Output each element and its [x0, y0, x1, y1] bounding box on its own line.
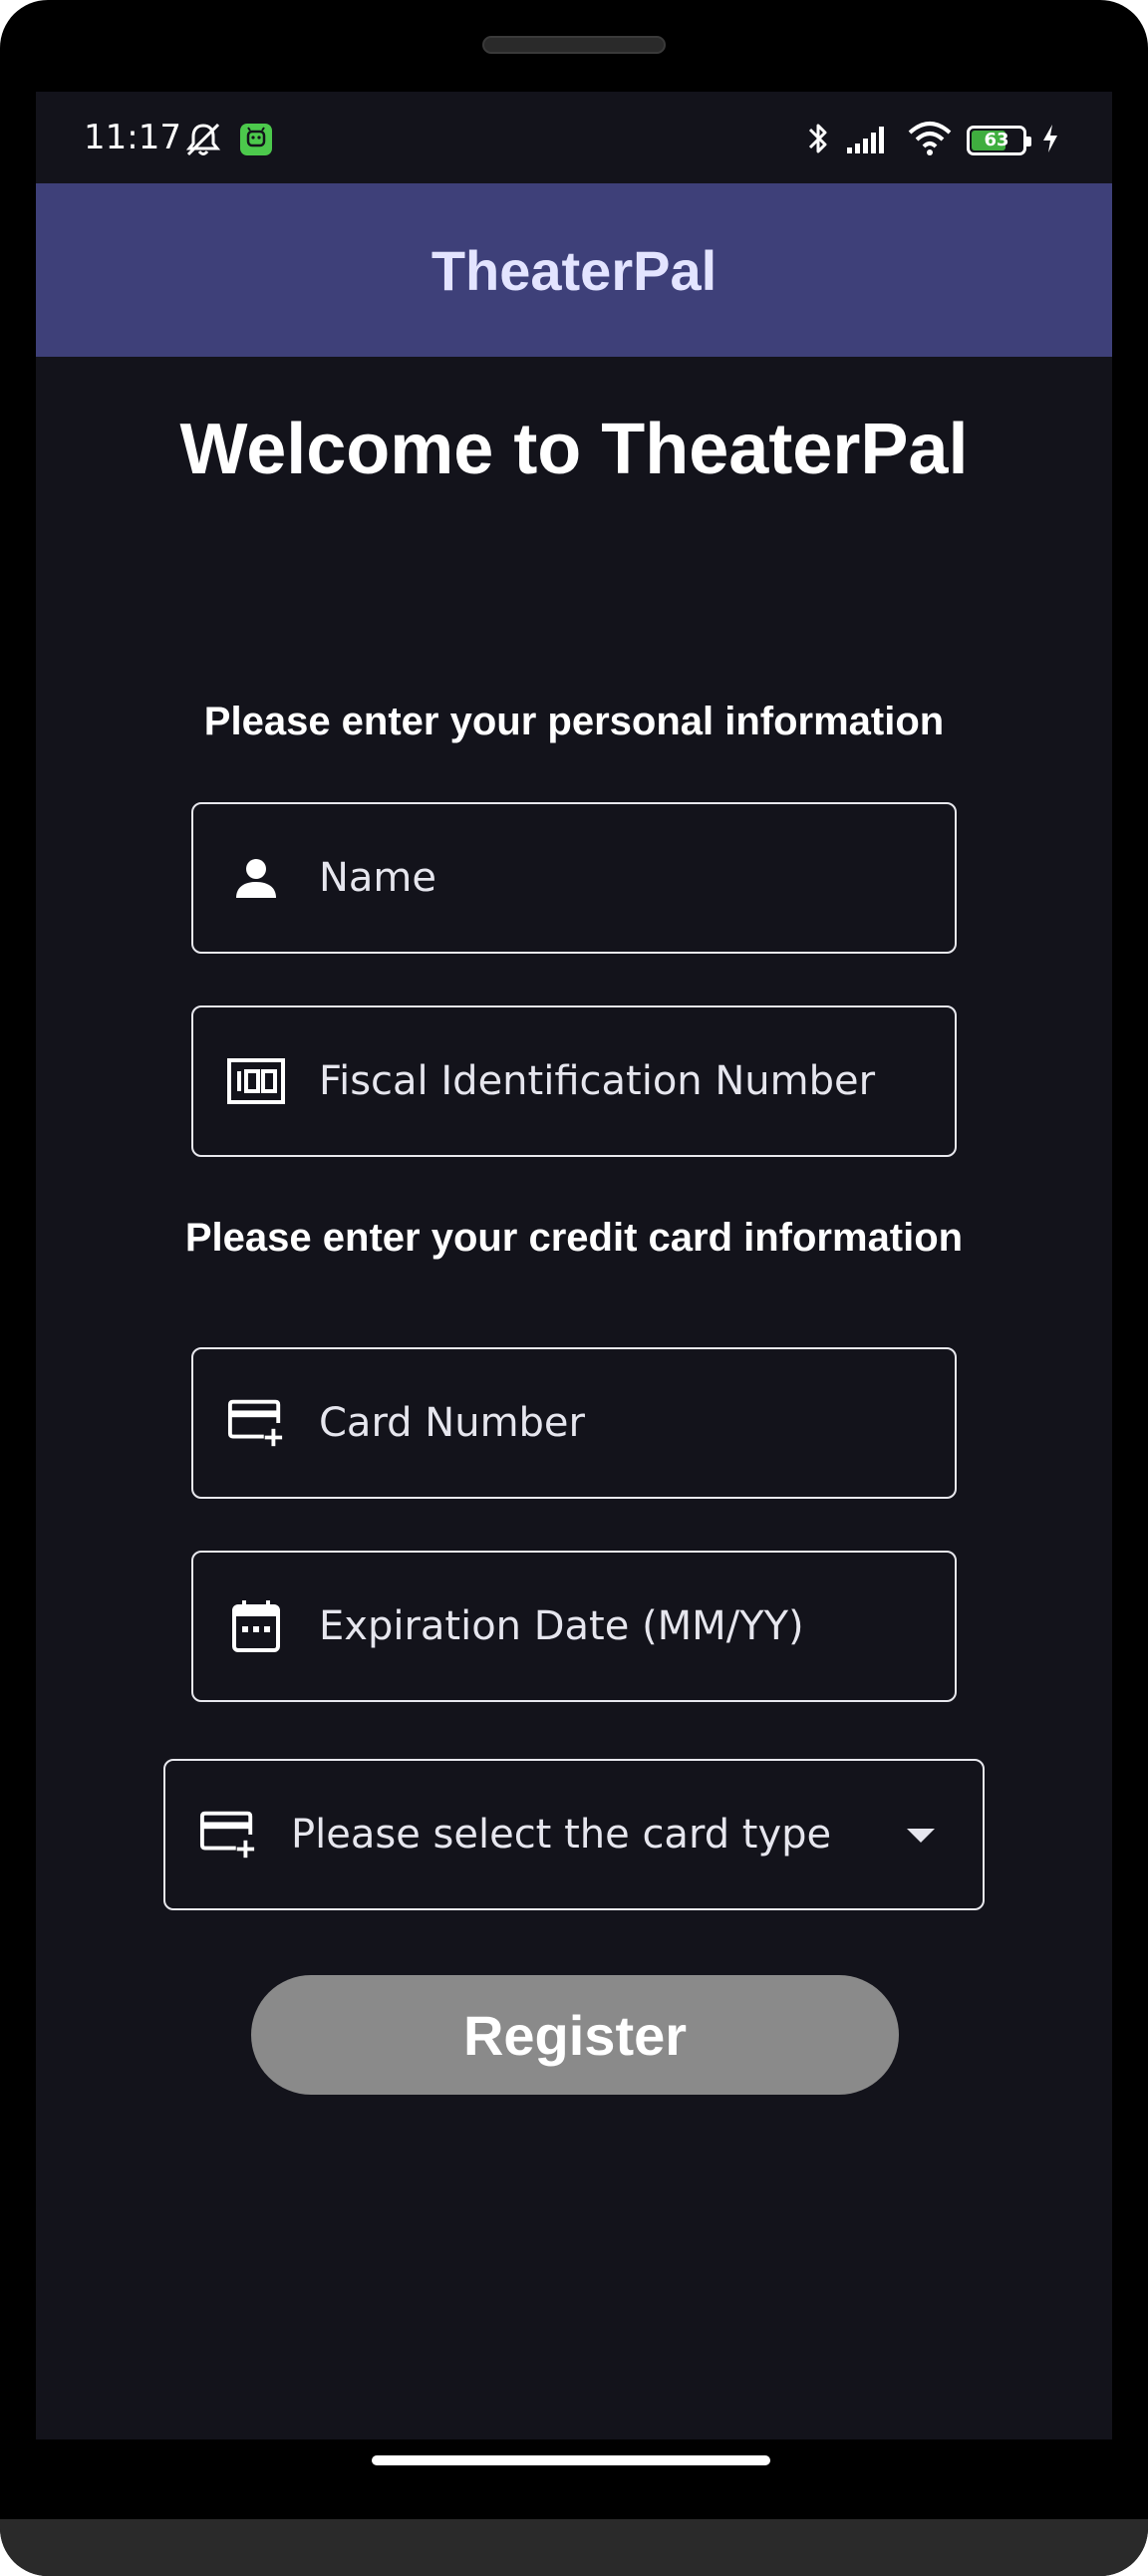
dropdown-arrow-icon — [907, 1829, 935, 1843]
expiration-date-field[interactable]: Expiration Date (MM/YY) — [191, 1551, 957, 1702]
welcome-heading: Welcome to TheaterPal — [179, 410, 969, 489]
fiscal-id-field[interactable]: Fiscal Identification Number — [191, 1005, 957, 1157]
status-bar: 11:17 63 — [36, 92, 1112, 183]
id-number-icon — [227, 1052, 285, 1110]
calendar-icon — [227, 1597, 285, 1655]
register-button[interactable]: Register — [251, 1975, 899, 2095]
phone-frame: 11:17 63 TheaterPal Welcome to TheaterPa… — [0, 0, 1148, 2576]
phone-bottom-edge — [0, 2519, 1148, 2576]
battery-icon: 63 — [967, 126, 1031, 155]
status-time: 11:17 — [84, 118, 181, 157]
add-card-icon — [227, 1394, 285, 1452]
card-info-heading: Please enter your credit card informatio… — [184, 1216, 964, 1260]
bluetooth-icon — [805, 120, 831, 161]
person-icon — [227, 849, 285, 907]
app-bar: TheaterPal — [36, 183, 1112, 357]
battery-level: 63 — [984, 130, 1009, 150]
personal-info-heading: Please enter your personal information — [203, 700, 945, 743]
app-title: TheaterPal — [430, 238, 718, 302]
expiration-date-placeholder: Expiration Date (MM/YY) — [319, 1603, 804, 1649]
android-app-icon — [239, 123, 273, 160]
card-type-placeholder: Please select the card type — [291, 1812, 832, 1858]
wifi-icon — [907, 121, 953, 160]
card-number-placeholder: Card Number — [319, 1400, 585, 1446]
name-placeholder: Name — [319, 855, 437, 901]
bell-off-icon — [183, 122, 223, 161]
name-field[interactable]: Name — [191, 802, 957, 954]
signal-icon — [845, 122, 893, 159]
speaker-grille — [482, 36, 666, 54]
card-type-dropdown[interactable]: Please select the card type — [163, 1759, 985, 1910]
gesture-nav-bar[interactable] — [372, 2455, 770, 2465]
charging-icon — [1040, 123, 1060, 158]
card-number-field[interactable]: Card Number — [191, 1347, 957, 1499]
app-screen: 11:17 63 TheaterPal Welcome to TheaterPa… — [36, 92, 1112, 2439]
add-card-icon — [199, 1806, 257, 1863]
fiscal-id-placeholder: Fiscal Identification Number — [319, 1058, 876, 1104]
